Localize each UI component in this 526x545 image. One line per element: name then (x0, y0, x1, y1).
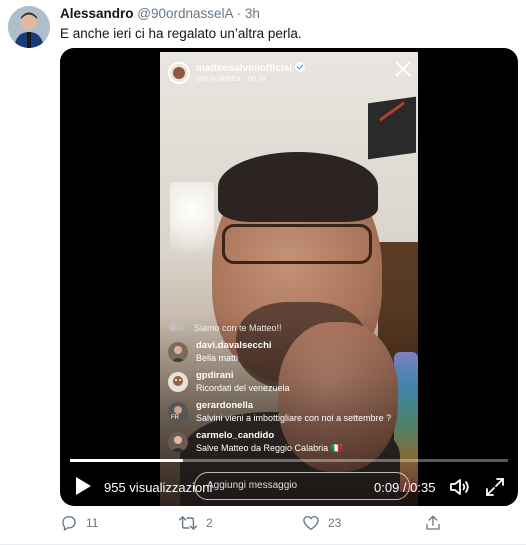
time-separator: / (399, 480, 411, 495)
tweet-header: Alessandro @90ordnasselA · 3h (60, 6, 260, 21)
retweet-button[interactable]: 2 (178, 514, 213, 536)
author-name[interactable]: Alessandro (60, 6, 134, 21)
close-icon (394, 60, 412, 78)
author-avatar[interactable] (8, 6, 50, 48)
like-button[interactable]: 23 (302, 514, 341, 536)
video-frame[interactable]: matteosalviniofficial era in diretta · 6… (160, 52, 418, 506)
play-button[interactable] (76, 477, 91, 495)
joined-avatars (168, 322, 190, 332)
commenter-avatar (168, 342, 188, 362)
video-timecode: 0:09 / 0:35 (374, 480, 435, 495)
tweet-timestamp[interactable]: 3h (245, 6, 260, 21)
background-lamp (170, 182, 214, 272)
list-item: gpdirani Ricordati del venezuela (168, 370, 408, 394)
like-count: 23 (328, 516, 342, 530)
tweet-text: E anche ieri ci ha regalato un’altra per… (60, 26, 302, 41)
video-player[interactable]: matteosalviniofficial era in diretta · 6… (60, 48, 518, 506)
commenter-name: davi.davalsecchi (196, 340, 272, 351)
ig-comments: davi.davalsecchi Bella matti gpdirani Ri… (168, 340, 408, 460)
reply-button[interactable]: 11 (60, 514, 98, 536)
ig-live-status: era in diretta · 6h fa (196, 74, 266, 83)
video-progress-fill (70, 459, 183, 462)
share-icon (426, 515, 440, 530)
list-item: FR gerardonella Salvini vieni a imbottig… (168, 400, 408, 424)
list-item: carmelo_candido Salve Matteo da Reggio C… (168, 430, 408, 454)
background-flag (368, 96, 416, 160)
list-item: davi.davalsecchi Bella matti (168, 340, 408, 364)
commenter-name: gerardonella (196, 400, 254, 411)
person-hair (218, 152, 378, 222)
total-time: 0:35 (410, 480, 436, 495)
ig-username: matteosalviniofficial (196, 62, 306, 74)
commenter-name: carmelo_candido (196, 430, 275, 441)
comment-text: Ricordati del venezuela (196, 383, 290, 393)
person-glasses (222, 224, 372, 264)
fullscreen-icon[interactable] (484, 476, 506, 498)
view-count: 955 visualizzazioni (104, 480, 213, 495)
comment-text: Salve Matteo da Reggio Calabria 🇮🇹 (196, 443, 342, 453)
current-time: 0:09 (374, 480, 400, 495)
comment-text: Bella matti (196, 353, 239, 363)
commenter-avatar (168, 372, 188, 392)
verified-icon (295, 62, 306, 72)
commenter-avatar (168, 432, 188, 452)
comment-text: Salvini vieni a imbottigliare con noi a … (196, 413, 392, 423)
video-progress-bar[interactable] (70, 459, 508, 462)
svg-text:FR: FR (171, 415, 180, 421)
share-button[interactable] (424, 514, 442, 536)
ig-joined-banner: Siamo con te Matteo!! (168, 322, 282, 333)
header-separator: · (236, 6, 242, 21)
video-controls: 955 visualizzazioni 0:09 / 0:35 (60, 472, 518, 502)
commenter-avatar: FR (168, 402, 188, 422)
retweet-count: 2 (206, 516, 213, 530)
author-handle[interactable]: @90ordnasselA (137, 6, 233, 21)
ig-user-avatar (168, 62, 190, 84)
volume-icon[interactable] (448, 476, 470, 498)
tweet-actions: 11 2 23 (60, 514, 460, 536)
reply-icon (62, 515, 76, 531)
commenter-name: gpdirani (196, 370, 234, 381)
tweet[interactable]: Alessandro @90ordnasselA · 3h E anche ie… (0, 0, 526, 545)
retweet-icon (178, 516, 198, 530)
heart-icon (303, 515, 319, 531)
ig-live-header: matteosalviniofficial era in diretta · 6… (168, 60, 408, 84)
reply-count: 11 (86, 516, 99, 530)
